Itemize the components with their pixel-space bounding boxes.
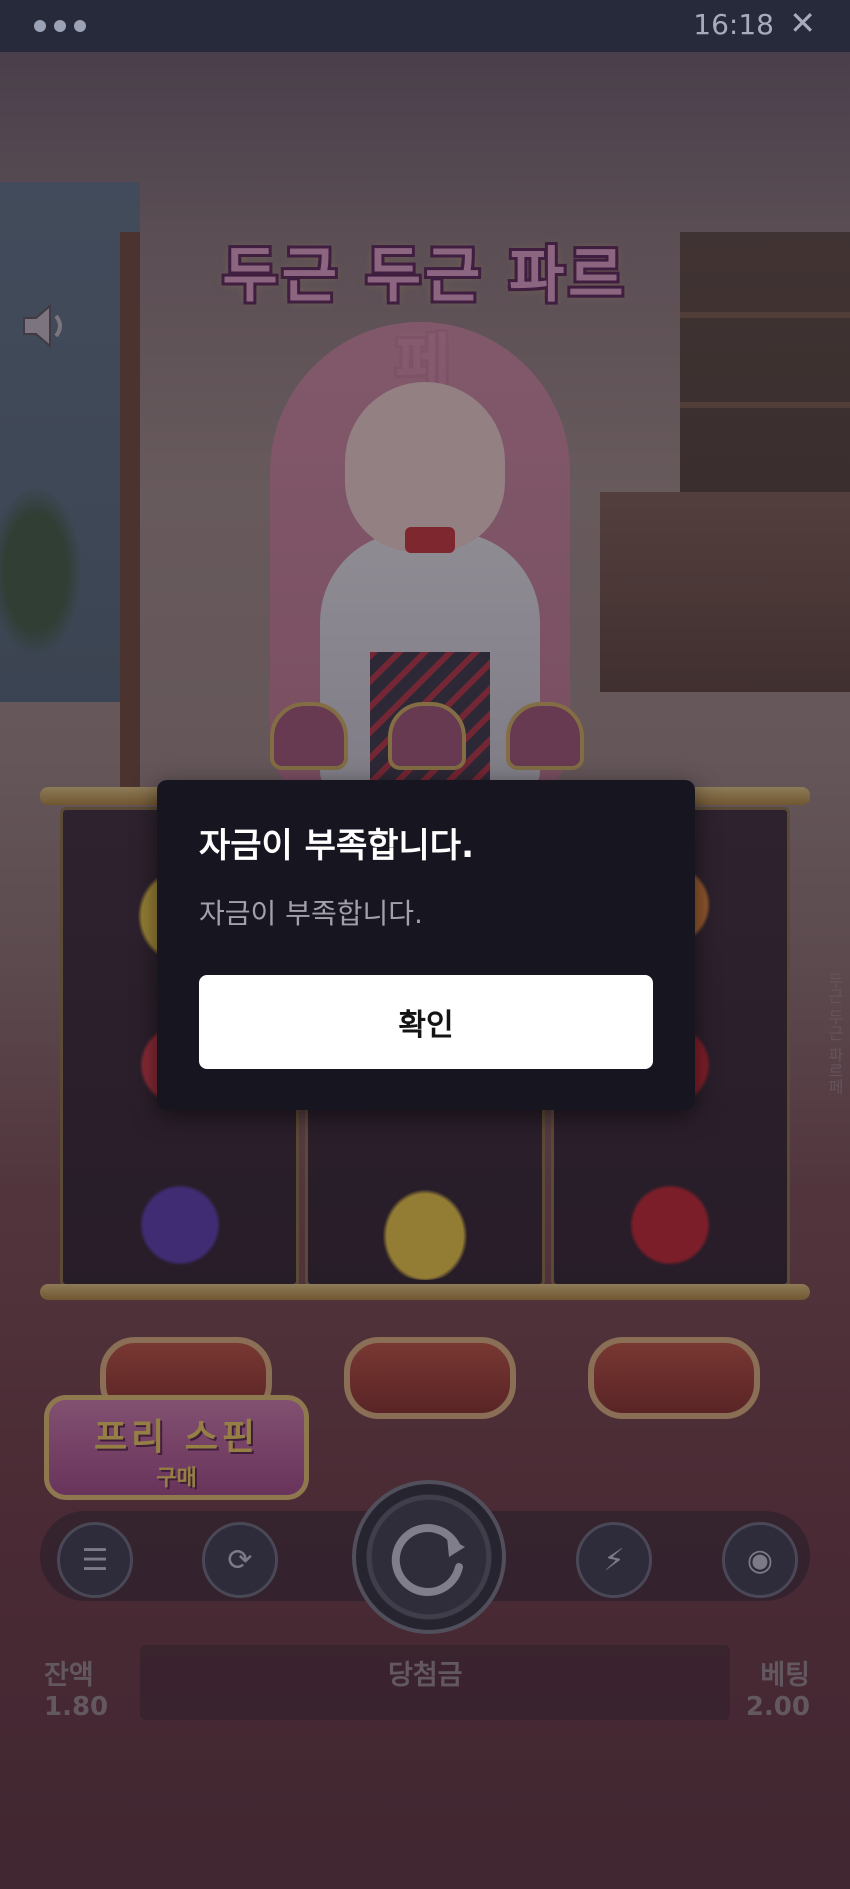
more-dots-icon[interactable] [34,20,86,32]
top-status-bar: 16:18 ✕ [0,0,850,52]
clock: 16:18 [693,8,774,41]
dialog-message: 자금이 부족합니다. [199,897,423,930]
insufficient-funds-dialog: 자금이 부족합니다. 자금이 부족합니다. 확인 [157,780,695,1110]
confirm-button[interactable]: 확인 [199,975,653,1069]
dialog-title: 자금이 부족합니다. [199,826,474,866]
close-icon[interactable]: ✕ [789,4,816,42]
